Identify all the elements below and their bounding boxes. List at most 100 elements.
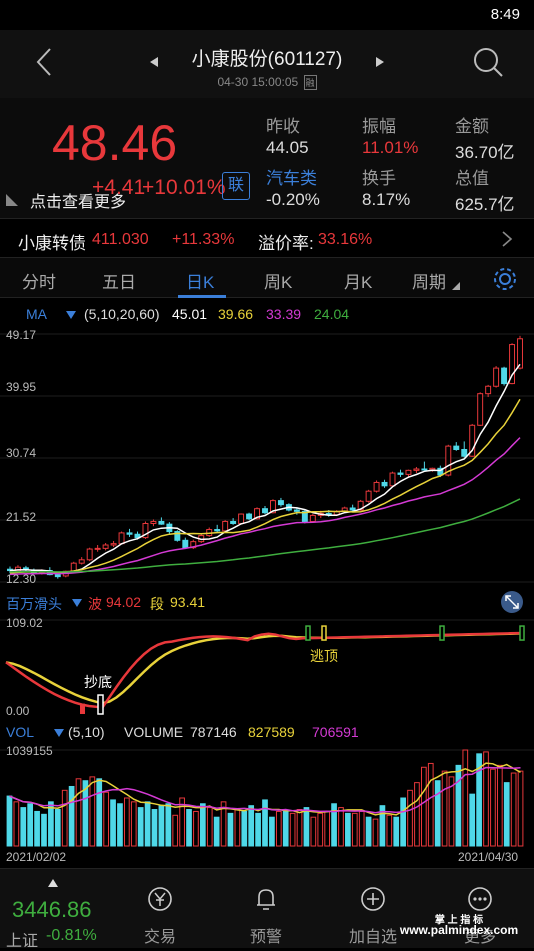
add-circle-icon <box>361 887 385 911</box>
volume-bar <box>393 816 400 847</box>
nav-trade[interactable]: 交易 <box>134 883 186 946</box>
candle-body <box>309 514 316 522</box>
candle-body <box>397 472 404 475</box>
volume-bar <box>338 807 344 847</box>
stat-label-sector[interactable]: 汽车类 <box>266 164 317 189</box>
volume-bar <box>151 809 158 847</box>
ma-legend[interactable]: MA (5,10,20,60) 45.01 39.66 33.39 24.04 <box>0 304 534 326</box>
indicator-dropdown-icon <box>72 599 82 607</box>
settings-gear-icon[interactable] <box>492 266 518 292</box>
search-icon[interactable] <box>472 46 504 78</box>
volume-bar <box>137 807 144 847</box>
volume-bar <box>110 799 116 847</box>
ma-label: MA <box>26 306 47 322</box>
nav-trade-label: 交易 <box>143 929 176 946</box>
candle-body <box>365 490 372 502</box>
tab-monthly-k[interactable]: 月K <box>344 268 372 293</box>
volume-bar <box>262 799 268 847</box>
candle-body <box>222 520 229 532</box>
indicator-chart[interactable] <box>0 614 534 720</box>
volume-bar <box>269 816 275 847</box>
timestamp-text: 04-30 15:00:05 <box>217 75 299 89</box>
volume-bar <box>20 807 27 847</box>
bottom-bar: 3446.86 上证 -0.81% 交易 预警 加自选 更多 掌 上 指 标 w… <box>0 868 534 950</box>
premium-label: 溢价率: <box>258 234 314 253</box>
margin-badge: 融 <box>303 75 317 91</box>
volume-bar <box>234 809 241 847</box>
bond-price: 411.030 <box>92 231 149 248</box>
stat-label-market-cap: 总值 <box>455 169 489 188</box>
volume-bar <box>386 814 393 847</box>
volume-bar <box>165 803 172 847</box>
active-tab-indicator <box>178 295 226 298</box>
ma10-value: 39.66 <box>218 306 254 322</box>
volume-bar <box>96 778 103 847</box>
volume-bar <box>462 749 469 847</box>
indicator-axis-top: 109.02 <box>6 616 43 630</box>
candle-body <box>86 548 93 561</box>
volume-bar <box>441 770 448 847</box>
chevron-right-icon <box>502 231 513 247</box>
candle-body <box>501 367 508 385</box>
segment-line <box>5 632 525 705</box>
vol-params: (5,10) <box>68 724 105 740</box>
volume-legend[interactable]: VOL (5,10) VOLUME 787146 827589 706591 <box>0 722 534 742</box>
vol-axis-max: 1039155 <box>6 744 53 758</box>
candle-body <box>421 468 428 471</box>
index-value[interactable]: 3446.86 <box>12 897 92 923</box>
wave-value: 94.02 <box>106 594 142 610</box>
candle-body <box>246 513 253 520</box>
volume-bar <box>427 762 434 847</box>
candle-body <box>150 520 157 524</box>
stat-value-sector: -0.20% <box>266 190 320 209</box>
view-more-link[interactable]: 点击查看更多 <box>30 188 126 212</box>
index-expand-icon[interactable] <box>48 879 58 887</box>
vol-dropdown-icon <box>54 729 64 737</box>
volume-bar <box>193 810 199 847</box>
wave-line <box>5 631 525 709</box>
tab-intraday[interactable]: 分时 <box>22 268 56 293</box>
volume-bar <box>6 795 13 847</box>
convertible-bond-row[interactable]: 小康转债 411.030 +11.33% 溢价率: 33.16% <box>0 218 534 258</box>
ma-line-ma10 <box>9 398 521 574</box>
expand-icon[interactable] <box>500 590 524 614</box>
stat-value-prev-close: 44.05 <box>266 138 309 157</box>
ma-params: (5,10,20,60) <box>84 306 160 322</box>
tab-daily-k[interactable]: 日K <box>186 268 214 293</box>
vol-label: VOL <box>6 724 35 740</box>
signal-marker <box>321 625 327 641</box>
candle-body <box>405 469 412 475</box>
candle-body <box>94 547 101 550</box>
period-tabs: 分时 五日 日K 周K 月K 周期 <box>0 258 534 298</box>
price-axis-bottom: 12.30 <box>6 572 37 586</box>
stat-value-turnover: 8.17% <box>362 190 411 209</box>
start-date: 2021/02/02 <box>6 850 67 864</box>
watermark-line2: www.palmindex.com <box>399 923 519 937</box>
nav-alert[interactable]: 预警 <box>240 883 292 946</box>
indicator-legend[interactable]: 百万滑头 波 94.02 段 93.41 <box>0 590 534 614</box>
indicator-name: 百万滑头 <box>6 596 62 612</box>
linked-badge-button[interactable]: 联 <box>222 172 250 200</box>
tab-period[interactable]: 周期 <box>412 268 446 293</box>
volume-bar <box>483 751 489 847</box>
next-stock-icon[interactable] <box>374 55 386 69</box>
nav-header: 小康股份(601127) 04-30 15:00:05 融 <box>0 30 534 98</box>
stat-label-turnover: 换手 <box>362 169 396 188</box>
volume-bar <box>124 797 130 847</box>
volume-bar <box>310 816 317 847</box>
index-change: -0.81% <box>46 927 97 944</box>
stat-label-amplitude: 振幅 <box>362 117 396 136</box>
quote-panel: 48.46 +4.41 +10.01% 点击查看更多 联 昨收 振幅 金额 44… <box>0 98 534 218</box>
volume-bar <box>490 768 496 847</box>
volume-chart[interactable] <box>0 744 534 848</box>
candle-body <box>453 445 460 450</box>
period-dropdown-icon <box>452 282 460 290</box>
status-time: 8:49 <box>490 6 520 23</box>
stat-value-amount: 36.70亿 <box>455 143 515 162</box>
tab-five-day[interactable]: 五日 <box>102 268 136 293</box>
candlestick-chart[interactable] <box>0 326 534 588</box>
volume-bar <box>358 810 365 847</box>
volume-bar <box>503 782 510 847</box>
tab-weekly-k[interactable]: 周K <box>264 268 292 293</box>
ma-dropdown-icon <box>66 311 76 319</box>
